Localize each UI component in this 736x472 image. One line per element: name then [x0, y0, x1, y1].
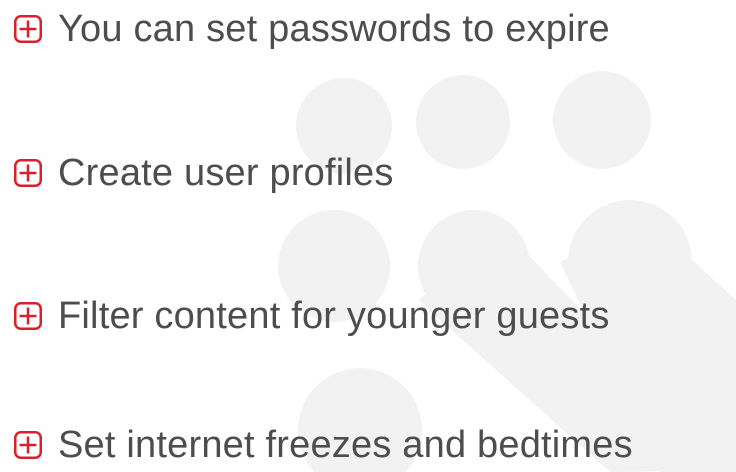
plus-square-icon: [14, 302, 42, 330]
feature-item-internet-freezes: Set internet freezes and bedtimes: [14, 423, 633, 467]
feature-label: Set internet freezes and bedtimes: [58, 424, 633, 466]
feature-label: Create user profiles: [58, 152, 394, 194]
feature-list: You can set passwords to expire Create u…: [0, 0, 736, 472]
feature-label: Filter content for younger guests: [58, 295, 610, 337]
feature-label: You can set passwords to expire: [58, 8, 610, 50]
plus-square-icon: [14, 159, 42, 187]
feature-item-content-filter: Filter content for younger guests: [14, 294, 610, 338]
plus-square-icon: [14, 15, 42, 43]
feature-item-password-expiry: You can set passwords to expire: [14, 7, 610, 51]
feature-item-user-profiles: Create user profiles: [14, 151, 394, 195]
plus-square-icon: [14, 431, 42, 459]
